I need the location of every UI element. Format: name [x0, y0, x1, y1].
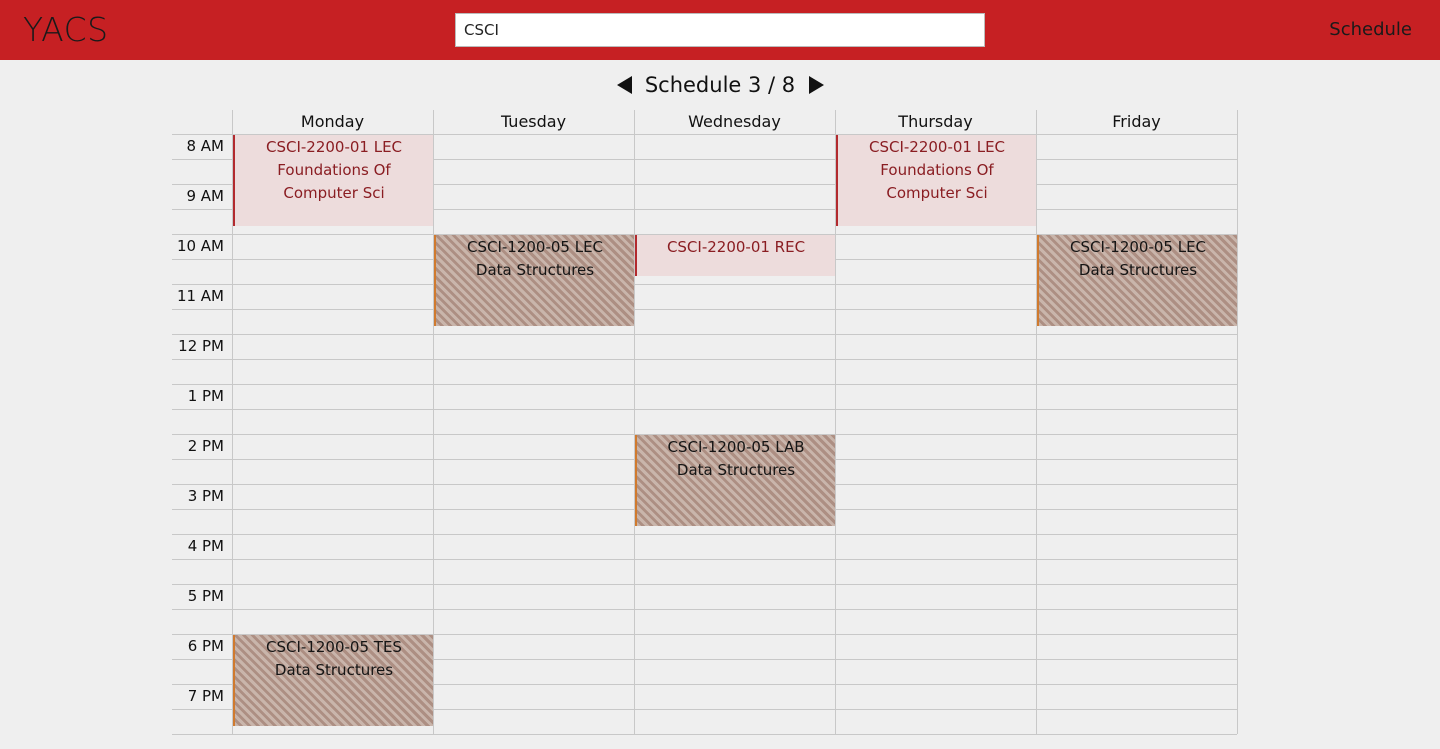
row-divider [172, 559, 1237, 560]
schedule-grid: Monday Tuesday Wednesday Thursday Friday 8 AM… [172, 110, 1238, 735]
hour-label: 4 PM [187, 537, 224, 555]
row-divider [172, 734, 1237, 735]
previous-schedule-icon[interactable] [617, 76, 632, 94]
day-header-friday: Friday [1112, 112, 1161, 131]
event-course-title: Data Structures [475, 261, 595, 279]
event-course-title: Data Structures [274, 661, 394, 679]
course-event[interactable]: CSCI-1200-05 LEC Data Structures [434, 235, 634, 326]
hour-label: 5 PM [187, 587, 224, 605]
event-course-code: CSCI-2200-01 LEC [868, 138, 1006, 156]
column-divider [1237, 110, 1238, 734]
hour-label: 1 PM [187, 387, 224, 405]
app-logo[interactable]: YACS [23, 10, 109, 50]
hour-label: 2 PM [187, 437, 224, 455]
day-header-monday: Monday [300, 112, 365, 131]
event-course-code: CSCI-1200-05 LAB [667, 438, 805, 456]
course-event[interactable]: CSCI-2200-01 LEC Foundations Of Computer … [233, 135, 433, 226]
column-divider [433, 110, 434, 734]
event-course-title: Foundations Of Computer Sci [880, 161, 994, 202]
nav-schedule-link[interactable]: Schedule [1329, 19, 1412, 41]
course-event[interactable]: CSCI-1200-05 TES Data Structures [233, 635, 433, 726]
schedule-counter: Schedule 3 / 8 [644, 73, 796, 97]
hour-label: 7 PM [187, 687, 224, 705]
hour-label: 11 AM [176, 287, 224, 305]
hour-label: 3 PM [187, 487, 224, 505]
column-divider [634, 110, 635, 734]
day-header-tuesday: Tuesday [500, 112, 567, 131]
search-input[interactable] [455, 13, 985, 47]
course-event[interactable]: CSCI-1200-05 LEC Data Structures [1037, 235, 1237, 326]
row-divider [172, 359, 1237, 360]
course-event[interactable]: CSCI-1200-05 LAB Data Structures [635, 435, 835, 526]
row-divider [172, 384, 1237, 385]
event-course-code: CSCI-1200-05 TES [266, 638, 402, 656]
row-divider [172, 584, 1237, 585]
hour-label: 6 PM [187, 637, 224, 655]
event-course-code: CSCI-1200-05 LEC [466, 238, 604, 256]
course-event[interactable]: CSCI-2200-01 LEC Foundations Of Computer … [836, 135, 1036, 226]
event-course-code: CSCI-2200-01 REC [666, 238, 806, 256]
row-divider [172, 409, 1237, 410]
day-header-wednesday: Wednesday [688, 112, 781, 131]
top-bar: YACS Schedule [0, 0, 1440, 60]
hour-label: 12 PM [178, 337, 224, 355]
event-course-title: Foundations Of Computer Sci [277, 161, 391, 202]
event-course-title: Data Structures [1078, 261, 1198, 279]
event-course-title: Data Structures [676, 461, 796, 479]
hour-label: 10 AM [176, 237, 224, 255]
hour-label: 9 AM [186, 187, 224, 205]
hour-label: 8 AM [186, 137, 224, 155]
event-course-code: CSCI-2200-01 LEC [265, 138, 403, 156]
day-header-thursday: Thursday [898, 112, 973, 131]
row-divider [172, 534, 1237, 535]
schedule-pager: Schedule 3 / 8 [0, 70, 1440, 100]
course-event[interactable]: CSCI-2200-01 REC [635, 235, 835, 276]
event-course-code: CSCI-1200-05 LEC [1069, 238, 1207, 256]
column-divider [1036, 110, 1037, 734]
next-schedule-icon[interactable] [809, 76, 824, 94]
row-divider [172, 609, 1237, 610]
row-divider [172, 334, 1237, 335]
